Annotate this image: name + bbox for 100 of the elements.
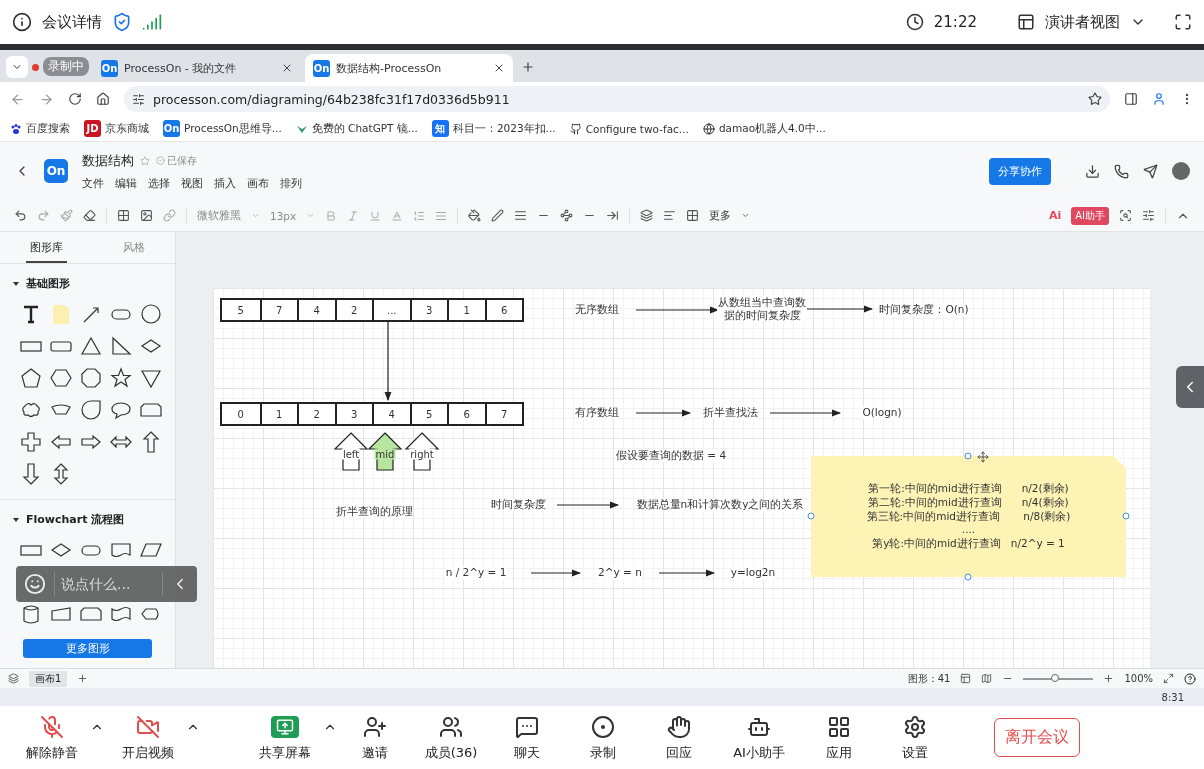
drop-shape-icon[interactable]: [80, 399, 102, 422]
font-color-icon[interactable]: [391, 209, 404, 222]
bookmark-star-icon[interactable]: [1088, 92, 1102, 106]
circle-shape-icon[interactable]: [140, 303, 162, 326]
site-settings-icon[interactable]: [132, 92, 145, 106]
section-caret-icon[interactable]: [12, 279, 20, 288]
menu-item[interactable]: 画布: [247, 175, 269, 191]
side-panel-icon[interactable]: [1124, 92, 1138, 106]
browser-tab[interactable]: On ProcessOn - 我的文件: [93, 54, 301, 82]
fullscreen-icon[interactable]: [1174, 13, 1192, 31]
octagon-shape-icon[interactable]: [80, 367, 102, 390]
cross-shape-icon[interactable]: [20, 431, 42, 454]
selection-handle[interactable]: [964, 573, 972, 581]
up-arrow-icon[interactable]: [140, 431, 162, 454]
menu-item[interactable]: 编辑: [115, 175, 137, 191]
menu-item[interactable]: 选择: [148, 175, 170, 191]
download-icon[interactable]: [1085, 163, 1100, 179]
bookmark-link[interactable]: Configure two-fac...: [585, 122, 689, 135]
meeting-control-button[interactable]: AI小助手: [717, 713, 801, 762]
zoom-in-icon[interactable]: [1103, 673, 1115, 684]
meeting-control-button[interactable]: 成员(36): [413, 713, 489, 762]
group-icon[interactable]: [686, 209, 700, 222]
star-icon[interactable]: [140, 155, 150, 166]
meeting-control-button[interactable]: 回应: [641, 713, 717, 762]
zoom-slider[interactable]: [1023, 677, 1094, 680]
view-mode-button[interactable]: 演讲者视图: [1045, 12, 1120, 32]
line-width-icon[interactable]: [514, 209, 528, 222]
address-bar[interactable]: processon.com/diagraming/64b238fc31f17d0336d5b911: [124, 86, 1110, 112]
menu-item[interactable]: 视图: [181, 175, 203, 191]
meeting-control-button[interactable]: 开启视频: [110, 713, 186, 762]
menu-item[interactable]: 插入: [214, 175, 236, 191]
settings-icon[interactable]: [1142, 209, 1155, 222]
emoji-icon[interactable]: [24, 573, 46, 595]
search-icon[interactable]: [1119, 209, 1132, 222]
phone-icon[interactable]: [1114, 163, 1129, 179]
close-icon[interactable]: [281, 62, 293, 74]
speech-bubble-icon[interactable]: [110, 399, 132, 422]
arrange-icon[interactable]: [663, 209, 677, 222]
meeting-control-button[interactable]: 邀请: [337, 713, 413, 762]
forward-icon[interactable]: [39, 91, 54, 107]
meeting-control-button[interactable]: 解除静音: [14, 713, 90, 762]
bookmark-link[interactable]: 科目一：2023年扣...: [452, 121, 556, 136]
chat-input[interactable]: 说点什么...: [54, 572, 163, 596]
fullscreen-icon[interactable]: [1163, 673, 1174, 684]
fill-icon[interactable]: [468, 209, 482, 222]
undo-icon[interactable]: [14, 209, 27, 222]
pentagon-shape-icon[interactable]: [20, 367, 42, 390]
section-title[interactable]: 基础图形: [26, 276, 70, 292]
leave-meeting-button[interactable]: 离开会议: [994, 718, 1080, 757]
page-tab[interactable]: 画布1: [29, 670, 68, 687]
bookmark-link[interactable]: 百度搜索: [26, 121, 70, 136]
bookmark-link[interactable]: 免费的 ChatGPT 镜...: [311, 121, 418, 136]
more-shapes-button[interactable]: 更多图形: [23, 639, 152, 658]
user-avatar[interactable]: [1172, 162, 1190, 180]
line-color-icon[interactable]: [491, 209, 505, 222]
meeting-control-button[interactable]: 共享屏幕: [247, 713, 323, 762]
cylinder-shape-icon[interactable]: [20, 603, 42, 626]
meeting-control-button[interactable]: 应用: [801, 713, 877, 762]
selection-handle[interactable]: [1122, 512, 1130, 520]
panel-tab[interactable]: 图形库: [26, 232, 67, 264]
inverted-triangle-icon[interactable]: [140, 367, 162, 390]
layout-icon[interactable]: [960, 673, 972, 684]
section-title[interactable]: Flowchart 流程图: [26, 512, 125, 528]
selection-handle[interactable]: [807, 512, 815, 520]
triangle-shape-icon[interactable]: [80, 335, 102, 358]
share-button[interactable]: 分享协作: [989, 157, 1051, 185]
panel-tab[interactable]: 风格: [119, 232, 149, 264]
connector-icon[interactable]: [560, 209, 574, 222]
image-icon[interactable]: [140, 209, 153, 222]
add-page-icon[interactable]: [77, 673, 89, 684]
meeting-title[interactable]: 会议详情: [42, 12, 102, 32]
right-triangle-icon[interactable]: [110, 335, 132, 358]
slider-thumb[interactable]: [1050, 673, 1059, 682]
close-icon[interactable]: [493, 62, 505, 74]
layers-icon[interactable]: [8, 673, 19, 684]
meeting-control-button[interactable]: 聊天: [489, 713, 565, 762]
ai-assistant-button[interactable]: AI助手: [1071, 206, 1109, 225]
side-panel-handle[interactable]: [1176, 366, 1204, 408]
map-icon[interactable]: [981, 673, 993, 684]
menu-item[interactable]: 排列: [280, 175, 302, 191]
selection-handle[interactable]: [964, 452, 972, 460]
clear-format-icon[interactable]: [83, 209, 96, 222]
new-tab-icon[interactable]: [521, 60, 535, 74]
home-icon[interactable]: [96, 92, 110, 106]
reload-icon[interactable]: [68, 92, 82, 106]
view-icon[interactable]: [1017, 13, 1035, 31]
document-title[interactable]: 数据结构: [82, 151, 134, 170]
star-shape-icon[interactable]: [110, 367, 132, 390]
browser-tab[interactable]: On 数据结构-ProcessOn: [305, 54, 513, 82]
more-button[interactable]: 更多: [709, 208, 732, 223]
bookmark-link[interactable]: damao机器人4.0中...: [718, 121, 826, 136]
info-icon[interactable]: [12, 12, 32, 32]
section-caret-icon[interactable]: [12, 515, 20, 524]
meeting-control-button[interactable]: 录制: [565, 713, 641, 762]
profile-icon[interactable]: [1152, 92, 1166, 106]
send-icon[interactable]: [1143, 163, 1158, 179]
hexagon-shape-icon[interactable]: [50, 367, 72, 390]
meeting-control-button[interactable]: 设置: [877, 713, 953, 762]
help-icon[interactable]: [1184, 672, 1196, 685]
down-arrow-icon[interactable]: [20, 463, 42, 486]
